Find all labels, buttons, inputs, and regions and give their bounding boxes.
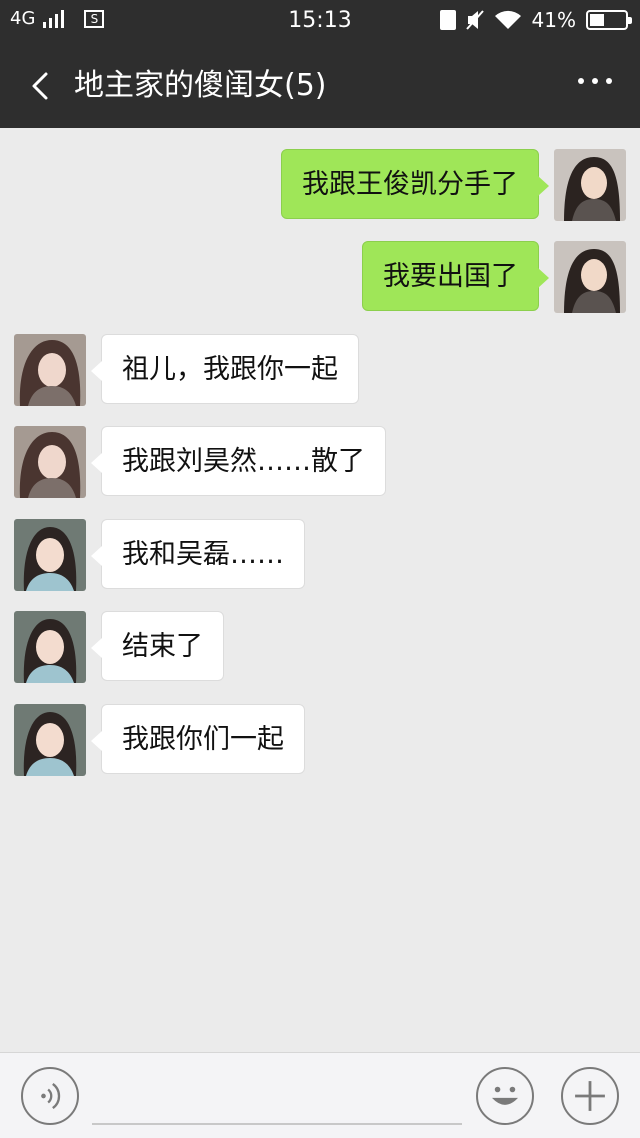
- status-bar: 4G S 15:13 41%: [0, 0, 640, 44]
- message-bubble-other[interactable]: 祖儿，我跟你一起: [91, 334, 359, 404]
- message-input[interactable]: [92, 1073, 462, 1125]
- avatar-member[interactable]: [14, 334, 86, 406]
- message-row: 我跟王俊凯分手了: [0, 149, 640, 221]
- message-row: 我和吴磊……: [0, 519, 640, 591]
- avatar-self[interactable]: [554, 149, 626, 221]
- chat-message-list[interactable]: 我跟王俊凯分手了 我要出国了 祖儿，我跟你一起 我跟刘昊然……散了 我和吴磊………: [0, 128, 640, 1052]
- emoji-button[interactable]: [476, 1067, 534, 1125]
- avatar-member[interactable]: [14, 704, 86, 776]
- message-bubble-self[interactable]: 我跟王俊凯分手了: [281, 149, 549, 219]
- message-row: 我跟刘昊然……散了: [0, 426, 640, 498]
- emoji-icon: [491, 1086, 519, 1105]
- message-row: 我要出国了: [0, 241, 640, 313]
- chat-title: 地主家的傻闺女(5): [74, 68, 327, 103]
- message-bubble-other[interactable]: 我跟你们一起: [91, 704, 305, 774]
- message-row: 我跟你们一起: [0, 704, 640, 776]
- wifi-icon: [494, 10, 521, 29]
- more-actions-button[interactable]: [561, 1067, 619, 1125]
- voice-input-button[interactable]: [21, 1067, 79, 1125]
- battery-percent: 41%: [531, 8, 576, 32]
- input-bar: [0, 1052, 640, 1138]
- battery-saver-icon: [439, 10, 456, 30]
- more-options-button[interactable]: [578, 78, 612, 84]
- dot-icon: [592, 78, 598, 84]
- avatar-self[interactable]: [554, 241, 626, 313]
- message-bubble-other[interactable]: 我跟刘昊然……散了: [91, 426, 386, 496]
- message-row: 祖儿，我跟你一起: [0, 334, 640, 406]
- voice-icon: [41, 1082, 61, 1110]
- avatar-member[interactable]: [14, 611, 86, 683]
- plus-icon: [575, 1081, 605, 1111]
- message-bubble-self[interactable]: 我要出国了: [362, 241, 549, 311]
- chevron-left-icon: [32, 72, 48, 100]
- message-row: 结束了: [0, 611, 640, 683]
- dot-icon: [578, 78, 584, 84]
- message-bubble-other[interactable]: 我和吴磊……: [91, 519, 305, 589]
- dot-icon: [606, 78, 612, 84]
- avatar-member[interactable]: [14, 519, 86, 591]
- message-bubble-other[interactable]: 结束了: [91, 611, 224, 681]
- mute-icon: [465, 10, 484, 30]
- avatar-member[interactable]: [14, 426, 86, 498]
- battery-icon: [586, 10, 632, 30]
- chat-header: 地主家的傻闺女(5): [0, 44, 640, 128]
- back-button[interactable]: [22, 66, 62, 106]
